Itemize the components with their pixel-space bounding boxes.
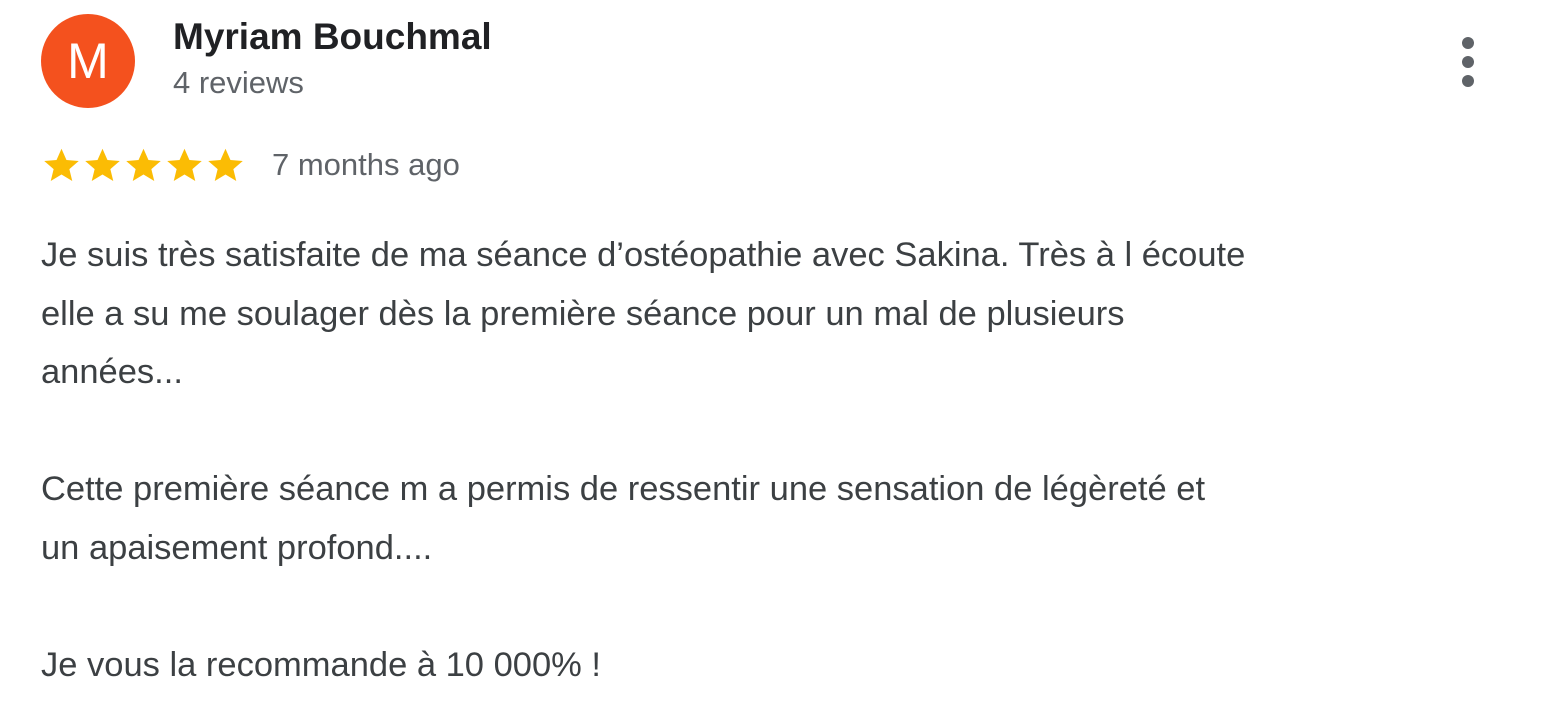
review-card: M Myriam Bouchmal 4 reviews 7 months ago… xyxy=(0,0,1543,720)
star-icon xyxy=(208,148,243,181)
rating-row: 7 months ago xyxy=(41,140,460,190)
review-line: elle a su me soulager dès la première sé… xyxy=(41,294,1125,333)
review-text: Je suis très satisfaite de ma séance d’o… xyxy=(41,226,1511,694)
star-icon xyxy=(44,148,79,181)
star-icon xyxy=(167,148,202,181)
star-icon xyxy=(85,148,120,181)
review-line: Je vous la recommande à 10 000% ! xyxy=(41,645,601,684)
more-options-button[interactable] xyxy=(1444,32,1492,92)
more-vert-icon xyxy=(1462,37,1474,49)
star-icon xyxy=(126,148,161,181)
review-count: 4 reviews xyxy=(173,65,304,100)
review-line: un apaisement profond.... xyxy=(41,528,433,567)
review-line: Je suis très satisfaite de ma séance d’o… xyxy=(41,236,1246,274)
reviewer-name[interactable]: Myriam Bouchmal xyxy=(173,14,492,60)
avatar-letter: M xyxy=(67,33,109,89)
avatar[interactable]: M xyxy=(41,14,135,108)
review-date: 7 months ago xyxy=(272,147,460,182)
star-rating xyxy=(41,145,246,186)
review-line: années... xyxy=(41,353,183,391)
review-line: Cette première séance m a permis de ress… xyxy=(41,470,1206,508)
